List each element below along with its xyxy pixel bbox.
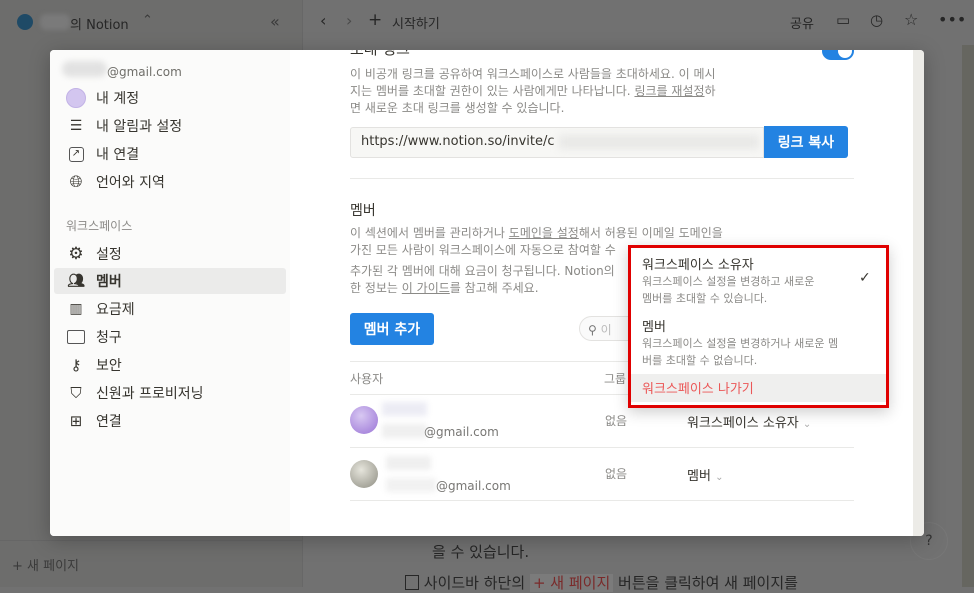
plus-icon: + [12, 559, 28, 574]
scrollbar[interactable] [962, 45, 974, 587]
back-icon[interactable]: ‹ [320, 11, 326, 30]
invite-url-field[interactable]: https://www.notion.so/invite/c [350, 127, 764, 158]
members-title: 멤버 [350, 203, 376, 219]
credit-card-icon [66, 328, 86, 346]
workspace-name[interactable]: 의 Notion [70, 14, 129, 33]
shield-check-icon: ⛉ [70, 384, 82, 402]
external-link-icon: ↗ [66, 145, 86, 163]
more-icon[interactable]: ••• [938, 10, 966, 29]
workspace-heading: 워크스페이스 [66, 219, 133, 233]
nav-security[interactable]: ⚷ 보안 [54, 352, 286, 378]
nav-settings[interactable]: ⚙ 설정 [54, 241, 286, 267]
divider [350, 447, 854, 448]
nav-identity[interactable]: ⛉ 신원과 프로비저닝 [54, 380, 286, 406]
key-icon: ⚷ [70, 356, 82, 374]
grid-icon: ⊞ [69, 412, 83, 430]
nav-billing[interactable]: 청구 [54, 324, 286, 350]
workspace-switch-icon[interactable]: ⌃ [142, 13, 153, 28]
nav-integrations[interactable]: ⊞ 연결 [54, 408, 286, 434]
reset-link[interactable]: 링크를 재설정 [634, 84, 704, 98]
favorite-icon[interactable]: ☆ [904, 10, 918, 29]
divider [350, 500, 854, 501]
column-group: 그룹 [604, 372, 627, 386]
chevron-down-icon: ⌄ [715, 472, 724, 483]
workspace-avatar[interactable] [17, 14, 33, 30]
nav-language[interactable]: 🌐︎ 언어와 지역 [54, 169, 286, 195]
guide-link[interactable]: 이 가이드 [402, 281, 450, 295]
globe-icon: 🌐︎ [69, 172, 83, 191]
inline-chip: + 새 페이지 [529, 574, 614, 592]
nav-my-account[interactable]: 내 계정 [54, 85, 286, 111]
page-text: 을 수 있습니다. [432, 543, 530, 561]
invite-link-toggle[interactable] [822, 50, 854, 60]
role-menu: 워크스페이스 소유자 워크스페이스 설정을 변경하고 새로운 멤버를 초대할 수… [628, 245, 889, 408]
divider [350, 178, 854, 179]
gear-icon: ⚙ [68, 244, 84, 264]
checkbox[interactable] [405, 575, 419, 590]
check-icon: ✓ [859, 270, 871, 286]
column-user: 사용자 [350, 372, 384, 386]
member-role-dropdown[interactable]: 워크스페이스 소유자 ⌄ [687, 412, 811, 431]
member-email: @gmail.com [436, 479, 511, 493]
map-icon: ▥ [69, 301, 83, 317]
modal-scrollbar[interactable] [913, 50, 924, 536]
todo-item[interactable]: 사이드바 하단의 + 새 페이지 버튼을 클릭하여 새 페이지를 [405, 572, 798, 593]
forward-icon[interactable]: › [346, 11, 352, 30]
role-option-member[interactable]: 멤버 워크스페이스 설정을 변경하거나 새로운 멤 버를 초대할 수 없습니다. [631, 312, 886, 372]
add-icon[interactable]: + [368, 10, 382, 30]
member-group: 없음 [605, 467, 628, 481]
invite-title: 초대 링크 [350, 50, 410, 59]
sliders-icon: ☰ [69, 118, 83, 134]
avatar [350, 406, 378, 434]
copy-link-button[interactable]: 링크 복사 [764, 126, 848, 158]
invite-description: 이 비공개 링크를 공유하여 워크스페이스로 사람들을 초대하세요. 이 메시 … [350, 67, 716, 115]
history-icon[interactable]: ◷ [870, 11, 883, 29]
domain-settings-link[interactable]: 도메인을 설정 [509, 226, 579, 240]
collapse-sidebar-icon[interactable]: « [270, 12, 280, 31]
settings-nav: @gmail.com 내 계정 ☰ 내 알림과 설정 ↗ 내 연결 🌐︎ 언어와 지역… [50, 50, 290, 536]
breadcrumb[interactable]: 시작하기 [392, 13, 440, 32]
nav-members[interactable]: 👥︎ 멤버 [54, 268, 286, 294]
avatar [66, 88, 86, 108]
share-button[interactable]: 공유 [790, 13, 814, 32]
people-icon: 👥︎ [67, 273, 85, 289]
nav-notifications[interactable]: ☰ 내 알림과 설정 [54, 113, 286, 139]
search-icon: ⚲ [588, 323, 597, 337]
avatar [350, 460, 378, 488]
new-page-button[interactable]: + 새 페이지 [12, 555, 79, 574]
role-option-owner[interactable]: 워크스페이스 소유자 워크스페이스 설정을 변경하고 새로운 멤버를 초대할 수… [631, 248, 886, 312]
chevron-down-icon: ⌄ [802, 419, 812, 430]
member-role-dropdown[interactable]: 멤버 ⌄ [687, 465, 723, 484]
nav-plans[interactable]: ▥ 요금제 [54, 296, 286, 322]
account-email: @gmail.com [107, 65, 182, 79]
divider [0, 540, 303, 541]
member-email: @gmail.com [424, 425, 499, 439]
leave-workspace-option[interactable]: 워크스페이스 나가기 [631, 374, 886, 402]
comments-icon[interactable]: ▭ [836, 11, 850, 29]
member-group: 없음 [605, 414, 628, 428]
add-member-button[interactable]: 멤버 추가 [350, 313, 434, 345]
nav-connections[interactable]: ↗ 내 연결 [54, 141, 286, 167]
